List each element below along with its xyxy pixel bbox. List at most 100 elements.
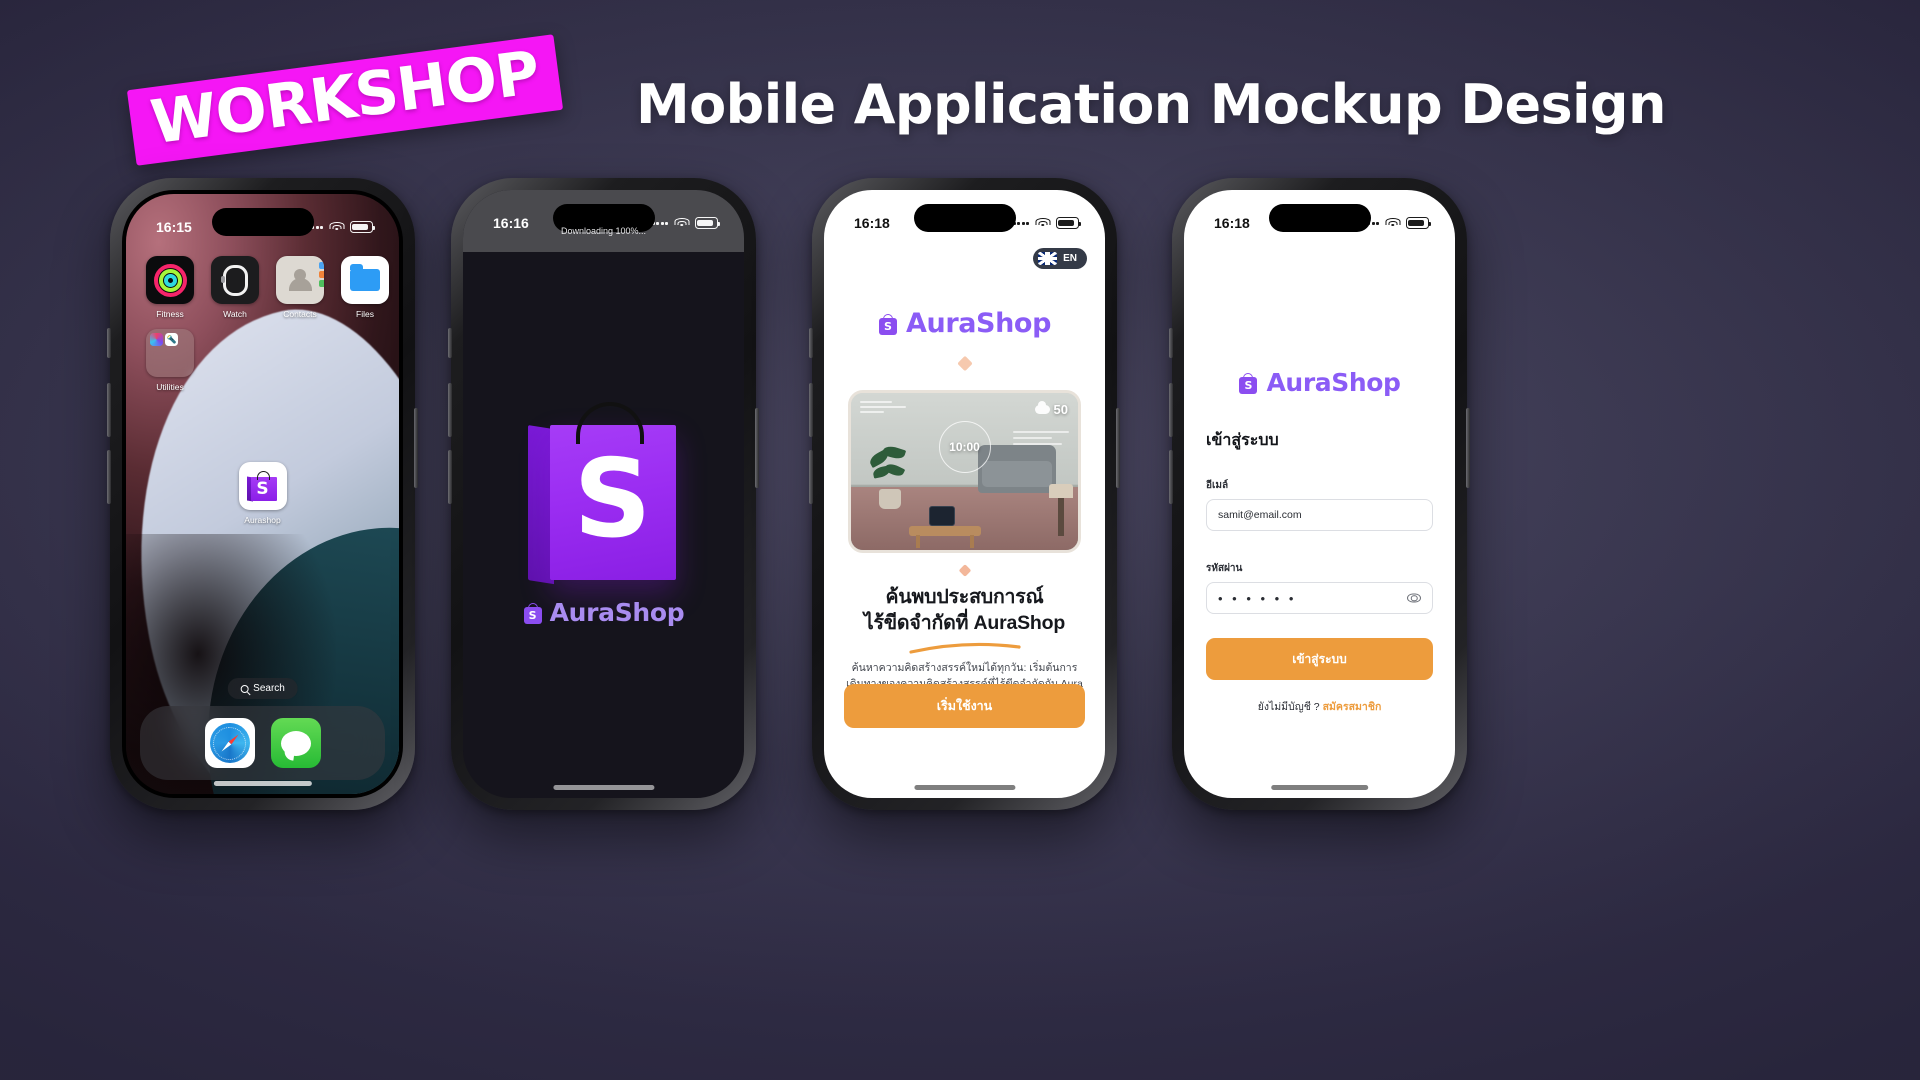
password-value: • • • • • • <box>1218 590 1297 606</box>
mute-switch[interactable] <box>809 328 813 358</box>
battery-icon <box>350 221 375 233</box>
login-heading: เข้าสู่ระบบ <box>1206 432 1279 449</box>
uk-flag-icon <box>1038 252 1058 265</box>
email-input[interactable]: samit@email.com <box>1206 499 1433 531</box>
dynamic-island <box>1268 204 1371 232</box>
power-button[interactable] <box>1116 408 1120 488</box>
aurashop-bag-icon: S <box>878 313 898 335</box>
underline-swoosh-icon <box>908 642 1021 654</box>
power-button[interactable] <box>414 408 418 488</box>
volume-down-button[interactable] <box>107 450 111 504</box>
cloud-icon <box>1034 401 1050 414</box>
app-files[interactable]: Files <box>341 256 389 319</box>
cellular-signal-icon <box>1012 221 1029 225</box>
get-started-label: เริ่มใช้งาน <box>936 699 993 713</box>
aurashop-bag-icon: S <box>1238 372 1258 394</box>
home-screen: 16:15 Fitness Watch Contacts Files 🔦 Uti… <box>126 194 399 794</box>
bag-letter: S <box>573 436 652 562</box>
phone-bezel: 16:16 Downloading 100%... S S AuraShop <box>463 190 744 798</box>
app-fitness[interactable]: Fitness <box>146 256 194 319</box>
aurashop-bag-icon: S <box>523 602 543 624</box>
email-field-group: อีเมล์ samit@email.com <box>1206 478 1433 531</box>
search-pill[interactable]: Search <box>227 678 298 699</box>
volume-up-button[interactable] <box>448 383 452 437</box>
workshop-badge: WORKSHOP <box>126 34 564 166</box>
phone-bezel: 16:15 Fitness Watch Contacts Files 🔦 Uti… <box>122 190 403 798</box>
volume-up-button[interactable] <box>107 383 111 437</box>
login-button[interactable]: เข้าสู่ระบบ <box>1206 638 1433 680</box>
app-aurashop[interactable]: S Aurashop <box>126 462 399 525</box>
mute-switch[interactable] <box>448 328 452 358</box>
mute-switch[interactable] <box>107 328 111 358</box>
app-label: Aurashop <box>244 515 281 525</box>
app-row: Fitness Watch Contacts Files <box>146 256 389 319</box>
phone-bezel: 16:18 EN S AuraShop 50 10:00 ค้นพบประสบก… <box>824 190 1105 798</box>
app-label: Utilities <box>156 382 184 392</box>
brand-logo: S AuraShop <box>1184 368 1455 397</box>
home-indicator[interactable] <box>913 785 1016 790</box>
app-contacts[interactable]: Contacts <box>276 256 324 319</box>
aurashop-bag-icon: S <box>238 462 287 510</box>
app-utilities[interactable]: 🔦 Utilities <box>146 329 194 392</box>
diamond-decoration-icon <box>956 355 973 372</box>
get-started-button[interactable]: เริ่มใช้งาน <box>844 684 1085 728</box>
power-button[interactable] <box>755 408 759 488</box>
app-row: 🔦 Utilities <box>146 329 385 392</box>
home-indicator[interactable] <box>213 781 312 786</box>
password-input[interactable]: • • • • • • <box>1206 582 1433 614</box>
battery-icon <box>1406 217 1431 229</box>
cellular-signal-icon <box>651 221 668 225</box>
splash-wordmark: S AuraShop <box>463 598 744 627</box>
dynamic-island <box>211 208 314 236</box>
wifi-icon <box>1385 217 1400 229</box>
volume-up-button[interactable] <box>1169 383 1173 437</box>
bag-letter: S <box>256 478 269 499</box>
home-indicator[interactable] <box>1270 785 1369 790</box>
watch-icon <box>211 256 259 304</box>
language-code: EN <box>1063 253 1077 264</box>
diamond-decoration-icon <box>958 564 971 577</box>
login-screen: 16:18 S AuraShop เข้าสู่ระบบ อีเมล์ sami… <box>1184 190 1455 798</box>
signup-prompt: ยังไม่มีบัญชี ? สมัครสมาชิก <box>1184 698 1455 715</box>
volume-down-button[interactable] <box>809 450 813 504</box>
signup-link[interactable]: สมัครสมาชิก <box>1323 701 1382 713</box>
mute-switch[interactable] <box>1169 328 1173 358</box>
signup-prompt-text: ยังไม่มีบัญชี ? <box>1257 701 1320 713</box>
wifi-icon <box>329 221 344 233</box>
eye-icon[interactable] <box>1407 593 1421 603</box>
hero-clock: 10:00 <box>938 421 991 473</box>
temperature-value: 50 <box>1053 402 1068 417</box>
password-field-group: รหัสผ่าน • • • • • • <box>1206 561 1433 614</box>
splash-screen: 16:16 Downloading 100%... S S AuraShop <box>463 190 744 798</box>
phone-mockup-login: 16:18 S AuraShop เข้าสู่ระบบ อีเมล์ sami… <box>1169 178 1470 810</box>
messages-bubble-icon[interactable] <box>270 718 321 768</box>
email-label: อีเมล์ <box>1206 480 1229 491</box>
app-label: Fitness <box>156 309 184 319</box>
safari-compass-icon[interactable] <box>204 718 255 768</box>
home-indicator[interactable] <box>552 785 655 790</box>
onboarding-screen: 16:18 EN S AuraShop 50 10:00 ค้นพบประสบก… <box>824 190 1105 798</box>
volume-up-button[interactable] <box>809 383 813 437</box>
volume-down-button[interactable] <box>448 450 452 504</box>
battery-icon <box>1056 217 1081 229</box>
power-button[interactable] <box>1466 408 1470 488</box>
app-label: Contacts <box>283 309 317 319</box>
files-folder-icon <box>341 256 389 304</box>
onboarding-title: ค้นพบประสบการณ์ ไร้ขีดจำกัดที่ AuraShop <box>840 584 1089 637</box>
app-label: Watch <box>223 309 247 319</box>
search-label: Search <box>253 683 285 694</box>
email-value: samit@email.com <box>1218 509 1302 521</box>
phone-mockup-onboarding: 16:18 EN S AuraShop 50 10:00 ค้นพบประสบก… <box>809 178 1120 810</box>
workshop-badge-label: WORKSHOP <box>146 37 543 159</box>
download-status-text: Downloading 100%... <box>560 226 647 236</box>
app-label: Files <box>356 309 374 319</box>
hero-weather: 50 <box>1034 401 1068 417</box>
brand-logo: S AuraShop <box>824 308 1105 339</box>
app-watch[interactable]: Watch <box>211 256 259 319</box>
language-selector[interactable]: EN <box>1033 248 1087 269</box>
wifi-icon <box>1035 217 1050 229</box>
volume-down-button[interactable] <box>1169 450 1173 504</box>
phone-mockup-splash: 16:16 Downloading 100%... S S AuraShop <box>448 178 759 810</box>
brand-name: AuraShop <box>1266 368 1401 397</box>
dock <box>140 706 385 780</box>
